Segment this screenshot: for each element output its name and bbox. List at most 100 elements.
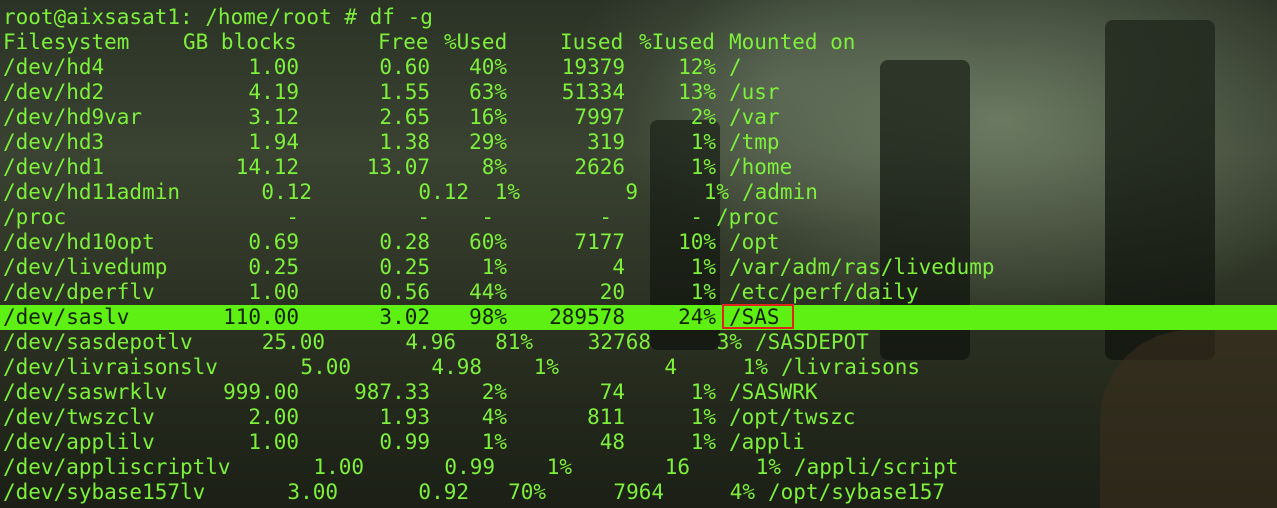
cell-gb-blocks: 110.00 [223,305,299,329]
cell-mounted-on: /SASWRK [729,380,818,404]
cell-pct-used: 16% [469,105,507,129]
cell-iused: 74 [599,380,625,404]
cell-pct-used: 1% [546,455,572,479]
header-iused: Iused [560,30,624,54]
cell-free: 3.02 [379,305,430,329]
cell-pct-used: 8% [481,155,507,179]
cell-mounted-on: /tmp [729,130,780,154]
cell-pct-iused: 1% [690,130,716,154]
cell-pct-iused: 12% [678,55,716,79]
cell-filesystem: /dev/dperflv [3,280,155,304]
cell-free: - [417,205,430,229]
table-row: /dev/saswrklv 999.00 987.33 2% 74 1% /SASWRK [0,380,1277,405]
cell-mounted-on: /opt/twszc [729,405,856,429]
cell-filesystem: /dev/twszclv [3,405,155,429]
table-row: /dev/hd3 1.94 1.38 29% 319 1% /tmp [0,130,1277,155]
cell-pct-used: 81% [495,330,533,354]
cell-pct-used: 98% [469,305,507,329]
cell-pct-used: 1% [533,355,559,379]
table-row: /dev/livedump 0.25 0.25 1% 4 1% /var/adm/ras/l… [0,255,1277,280]
cell-pct-used: 1% [481,430,507,454]
table-row: /dev/hd11admin 0.12 0.12 1% 9 1% /admin [0,180,1277,205]
cell-free: 0.99 [379,430,430,454]
table-header-row: Filesystem GB blocks Free %Used Iused %I… [0,30,1277,55]
table-row: /dev/hd2 4.19 1.55 63% 51334 13% /usr [0,80,1277,105]
cell-mounted-on: /appli/script [794,455,959,479]
cell-gb-blocks: 1.94 [248,130,299,154]
cell-free: 4.96 [405,330,456,354]
cell-gb-blocks: 3.12 [248,105,299,129]
cell-gb-blocks: 3.00 [287,480,338,504]
header-free: Free [378,30,429,54]
cell-gb-blocks: 1.00 [248,280,299,304]
cell-gb-blocks: 25.00 [261,330,325,354]
cell-iused: 7177 [574,230,625,254]
cell-gb-blocks: 0.69 [248,230,299,254]
cell-iused: 811 [587,405,625,429]
cell-gb-blocks: 14.12 [235,155,299,179]
cell-gb-blocks: 999.00 [223,380,299,404]
table-row: /dev/hd9var 3.12 2.65 16% 7997 2% /var [0,105,1277,130]
cell-mounted-on: /admin [742,180,818,204]
cell-free: 2.65 [379,105,430,129]
cell-iused: 4 [664,355,677,379]
cell-gb-blocks: 1.00 [248,430,299,454]
cell-filesystem: /dev/hd11admin [3,180,181,204]
cell-filesystem: /dev/appliscriptlv [3,455,231,479]
cell-pct-used: - [481,205,494,229]
cell-mounted-on: /proc [716,205,780,229]
cell-pct-iused: 24% [678,305,716,329]
cell-pct-iused: 10% [678,230,716,254]
header-mounted-on: Mounted on [729,30,856,54]
cell-gb-blocks: 1.00 [313,455,364,479]
cell-gb-blocks: 0.25 [248,255,299,279]
cell-pct-used: 4% [481,405,507,429]
terminal-window[interactable]: root@aixsasat1: /home/root # df -g Files… [0,0,1277,508]
cell-free: 0.25 [379,255,430,279]
table-row: /dev/dperflv 1.00 0.56 44% 20 1% /etc/perf/dai… [0,280,1277,305]
cell-gb-blocks: 0.12 [261,180,312,204]
cell-filesystem: /dev/saslv [3,305,130,329]
cell-iused: 319 [587,130,625,154]
table-row: /dev/sasdepotlv 25.00 4.96 81% 32768 3% /SASDE… [0,330,1277,355]
cell-filesystem: /dev/livraisonslv [3,355,218,379]
cell-filesystem: /dev/hd10opt [3,230,155,254]
cell-iused: 19379 [561,55,625,79]
cell-mounted-on: /var [729,105,780,129]
cell-pct-used: 44% [469,280,507,304]
cell-pct-iused: - [690,205,703,229]
header-pct-used: %Used [444,30,508,54]
table-row: /dev/appliscriptlv 1.00 0.99 1% 16 1% /appli/s… [0,455,1277,480]
table-row: /dev/twszclv 2.00 1.93 4% 811 1% /opt/twszc [0,405,1277,430]
cell-mounted-on: /SASDEPOT [755,330,869,354]
cell-pct-used: 2% [481,380,507,404]
cell-free: 1.93 [379,405,430,429]
cell-pct-iused: 13% [678,80,716,104]
table-row: /proc - - - - -/proc [0,205,1277,230]
cell-filesystem: /dev/sasdepotlv [3,330,193,354]
command-prompt-line: root@aixsasat1: /home/root # df -g [0,5,1277,30]
cell-filesystem: /dev/hd2 [3,80,105,104]
cell-pct-iused: 1% [742,355,768,379]
cell-free: 0.60 [379,55,430,79]
cell-iused: 20 [599,280,625,304]
cell-mounted-on: /etc/perf/daily [729,280,919,304]
cell-iused: 2626 [574,155,625,179]
cell-pct-iused: 1% [690,380,716,404]
cell-pct-used: 60% [469,230,507,254]
cell-gb-blocks: 4.19 [248,80,299,104]
cell-free: 0.28 [379,230,430,254]
cell-mounted-on: /livraisons [781,355,921,379]
cell-gb-blocks: 5.00 [300,355,351,379]
cell-pct-iused: 1% [690,280,716,304]
cell-iused: 7997 [574,105,625,129]
command-prompt: root@aixsasat1: /home/root # df -g [3,5,433,29]
cell-pct-used: 1% [481,255,507,279]
table-row: /dev/hd4 1.00 0.60 40% 19379 12% / [0,55,1277,80]
cell-pct-used: 70% [508,480,546,504]
table-row-highlighted: /dev/saslv 110.00 3.02 98% 289578 24%/SAS [0,305,1277,330]
cell-iused: 4 [612,255,625,279]
cell-pct-iused: 1% [690,155,716,179]
cell-free: 987.33 [354,380,430,404]
cell-mounted-on: /opt/sybase157 [768,480,946,504]
